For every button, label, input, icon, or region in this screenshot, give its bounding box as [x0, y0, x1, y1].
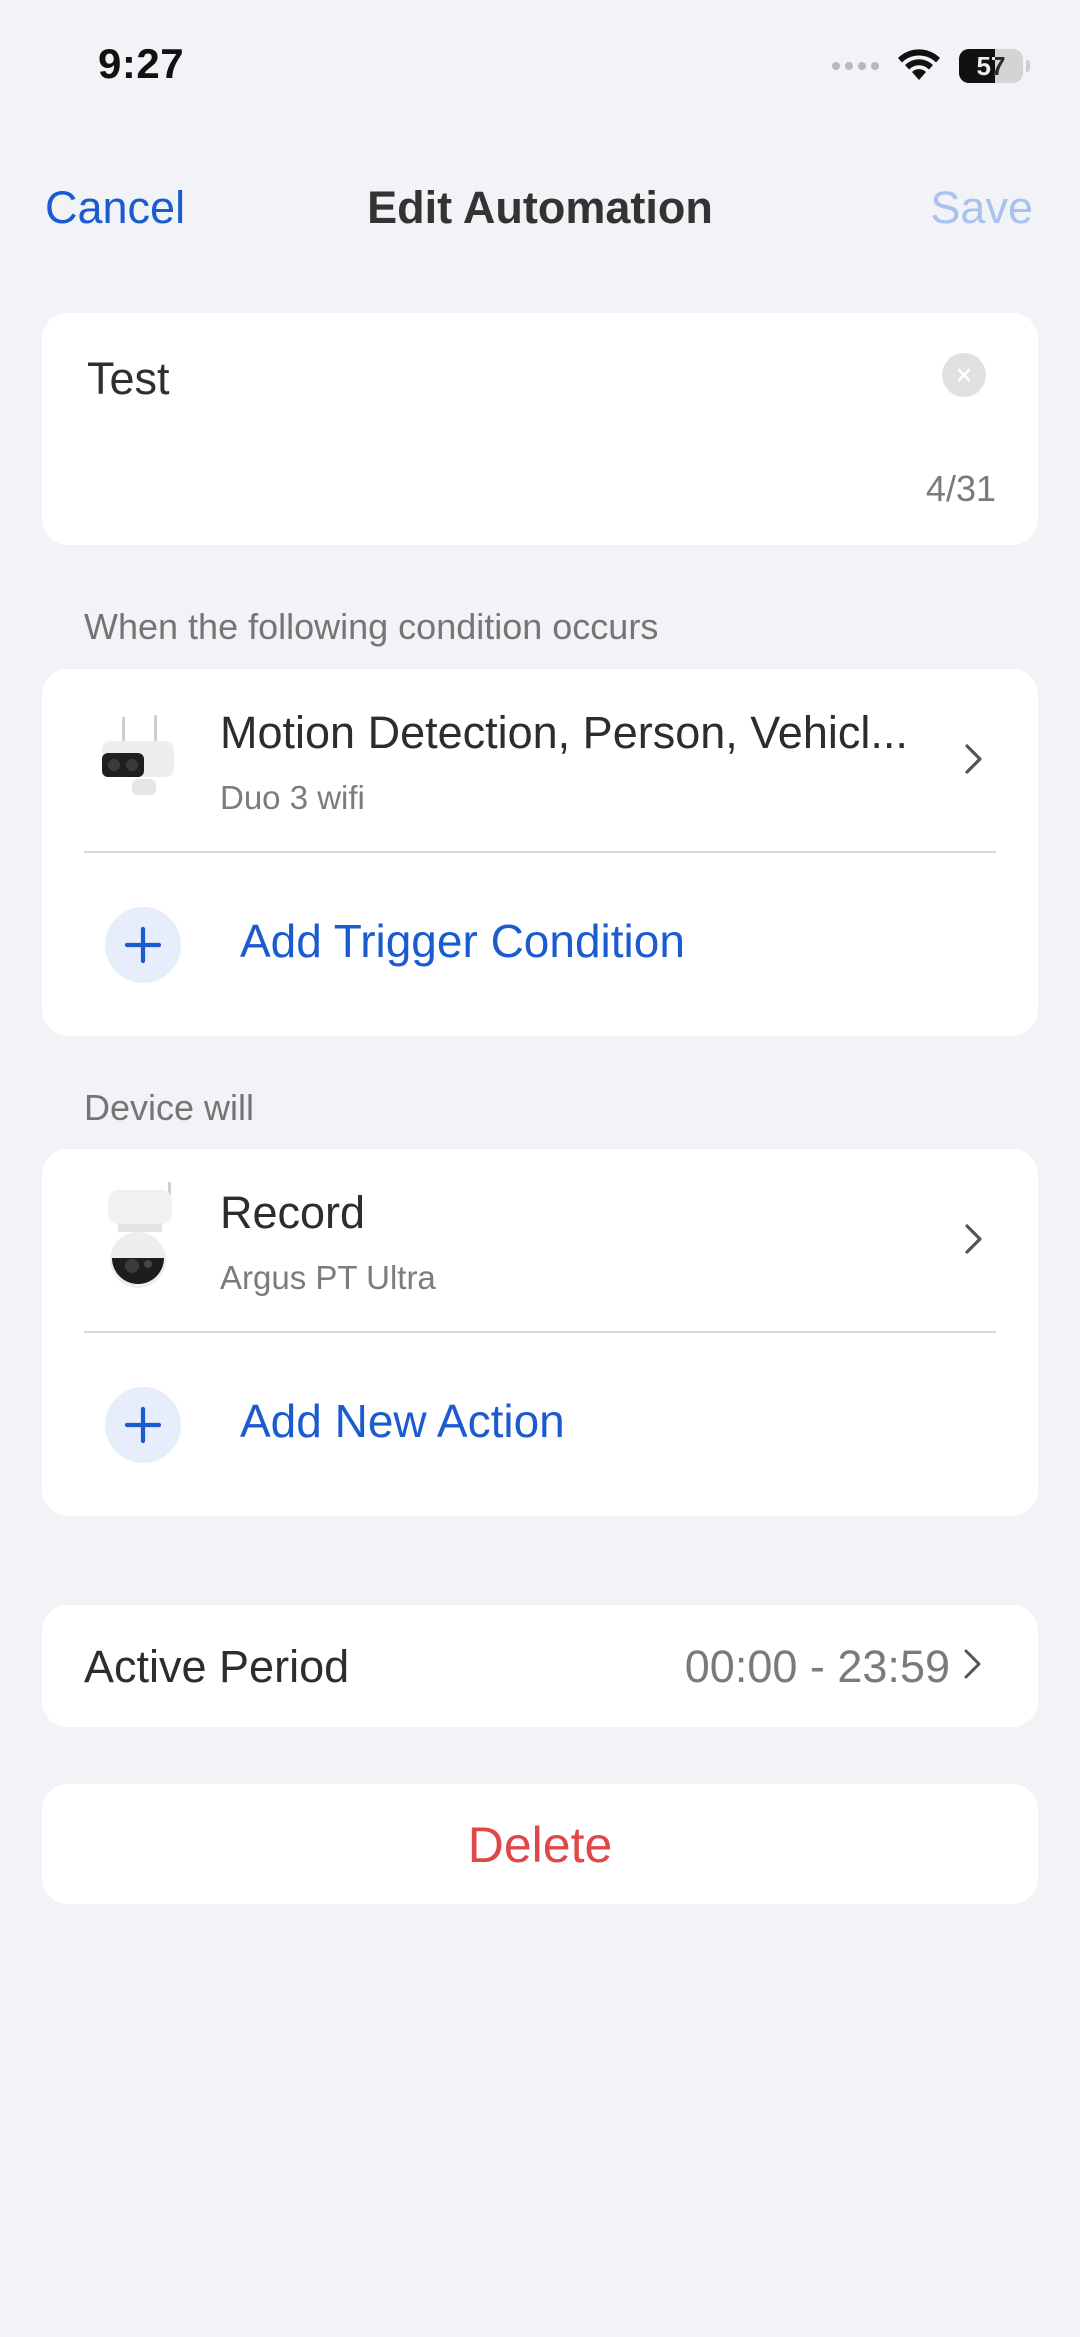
- chevron-right-icon: [965, 1224, 982, 1254]
- active-period-label: Active Period: [84, 1641, 350, 1692]
- clear-icon[interactable]: [942, 353, 986, 397]
- chevron-right-icon: [964, 1649, 981, 1679]
- battery-icon: 57: [959, 49, 1023, 83]
- delete-button[interactable]: Delete: [42, 1784, 1038, 1904]
- active-period-value: 00:00 - 23:59: [684, 1641, 950, 1692]
- action-device: Argus PT Ultra: [220, 1259, 436, 1296]
- cellular-signal-icon: [832, 62, 879, 70]
- status-icons: 57: [832, 46, 1030, 86]
- add-trigger-condition-button[interactable]: Add Trigger Condition: [42, 852, 1038, 1036]
- action-title: Record: [220, 1187, 366, 1238]
- camera-thumbnail: [108, 1182, 172, 1288]
- battery-level: 57: [976, 50, 1006, 81]
- plus-icon: [105, 1387, 181, 1463]
- active-period-row[interactable]: Active Period 00:00 - 23:59: [42, 1605, 1038, 1727]
- condition-title: Motion Detection, Person, Vehicl...: [220, 707, 908, 758]
- automation-name-card: Test 4/31: [42, 313, 1038, 545]
- chevron-right-icon: [965, 744, 982, 774]
- condition-device: Duo 3 wifi: [220, 779, 365, 816]
- status-time: 9:27: [98, 40, 185, 87]
- wifi-icon: [898, 49, 940, 80]
- condition-row[interactable]: Motion Detection, Person, Vehicl... Duo …: [42, 669, 1038, 852]
- plus-icon: [105, 907, 181, 983]
- cancel-button[interactable]: Cancel: [45, 182, 185, 234]
- add-new-action-label: Add New Action: [240, 1395, 565, 1447]
- camera-thumbnail: [102, 715, 174, 795]
- actions-card: Record Argus PT Ultra Add New Action: [42, 1149, 1038, 1516]
- character-count: 4/31: [925, 468, 996, 509]
- conditions-card: Motion Detection, Person, Vehicl... Duo …: [42, 669, 1038, 1036]
- actions-section-label: Device will: [84, 1087, 255, 1128]
- action-row[interactable]: Record Argus PT Ultra: [42, 1149, 1038, 1332]
- automation-name-input[interactable]: Test: [87, 353, 170, 405]
- add-trigger-condition-label: Add Trigger Condition: [240, 915, 685, 967]
- save-button[interactable]: Save: [930, 182, 1033, 234]
- delete-label: Delete: [467, 1817, 613, 1873]
- add-new-action-button[interactable]: Add New Action: [42, 1332, 1038, 1516]
- conditions-section-label: When the following condition occurs: [84, 606, 659, 647]
